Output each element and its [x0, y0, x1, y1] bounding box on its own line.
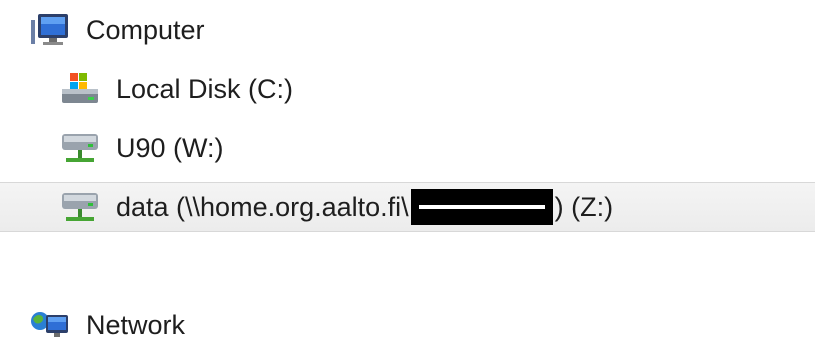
computer-icon — [28, 10, 72, 50]
network-drive-icon — [58, 128, 102, 168]
tree-item-network[interactable]: Network — [28, 300, 185, 344]
tree-item-label: Network — [86, 309, 186, 340]
tree-item-label: Computer — [86, 14, 205, 45]
network-drive-icon — [58, 187, 102, 227]
navigation-tree: Computer Local Disk (C:) U90 (W:) data (… — [0, 0, 815, 344]
network-icon — [28, 305, 72, 344]
tree-item-label: U90 (W:) — [116, 132, 224, 163]
tree-item-label-suffix: ) (Z:) — [554, 191, 614, 222]
tree-item-u90-drive[interactable]: U90 (W:) — [58, 123, 224, 173]
tree-item-computer[interactable]: Computer — [28, 5, 205, 55]
tree-item-label-prefix: data (\\home.org.aalto.fi\ — [116, 191, 409, 222]
redacted-block — [410, 189, 553, 225]
tree-item-local-disk[interactable]: Local Disk (C:) — [58, 64, 293, 114]
local-disk-icon — [58, 69, 102, 109]
tree-item-label: Local Disk (C:) — [116, 73, 294, 104]
tree-item-data-drive[interactable]: data (\\home.org.aalto.fi\ ) (Z:) — [0, 182, 815, 232]
